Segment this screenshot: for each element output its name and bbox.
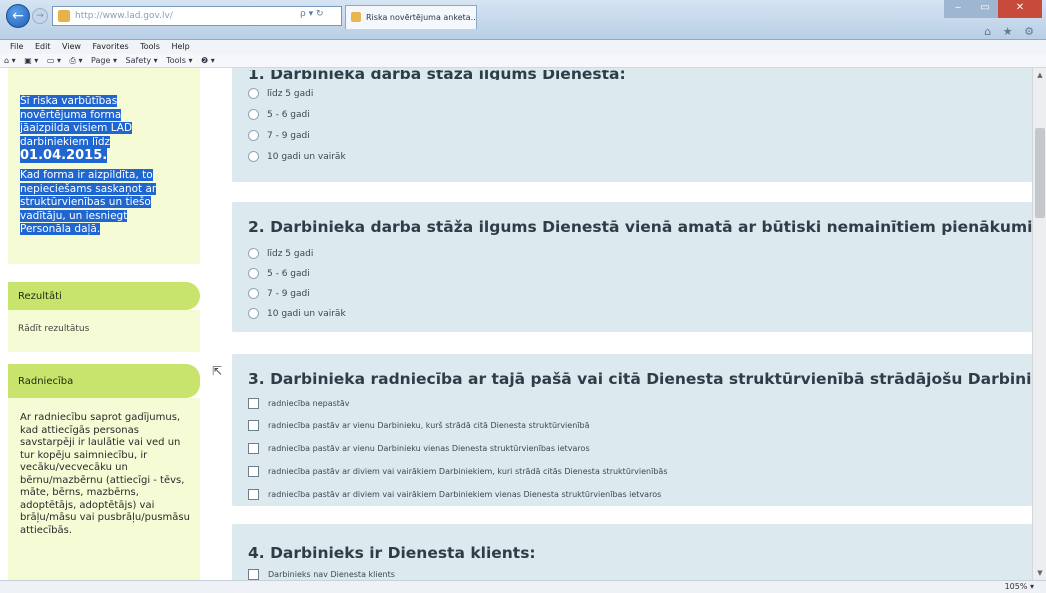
menu-help[interactable]: Help	[171, 42, 189, 51]
radio-button[interactable]	[248, 248, 259, 259]
q1-option-3[interactable]: 7 - 9 gadi	[248, 130, 310, 141]
option-label: radniecība pastāv ar vienu Darbinieku vi…	[268, 444, 590, 453]
option-label: 7 - 9 gadi	[267, 288, 310, 299]
q4-option-1[interactable]: Darbinieks nav Dienesta klients	[248, 569, 395, 580]
notice-instructions-text: Kad forma ir aizpildīta, to nepieciešams…	[20, 169, 157, 235]
back-arrow-icon[interactable]: ←	[6, 4, 30, 28]
option-label: 10 gadi un vairāk	[267, 308, 346, 319]
q2-option-3[interactable]: 7 - 9 gadi	[248, 288, 310, 299]
cmd-help[interactable]: ❷ ▾	[201, 56, 215, 65]
notice-instructions: Kad forma ir aizpildīta, to nepieciešams…	[20, 169, 170, 237]
menu-edit[interactable]: Edit	[35, 42, 51, 51]
option-label: radniecība pastāv ar diviem vai vairākie…	[268, 467, 668, 476]
question-title-4: 4. Darbinieks ir Dienesta klients:	[248, 544, 536, 562]
sidebar-results-panel: Rādīt rezultātus	[8, 310, 200, 352]
window-controls: ‒ ▭ ✕	[944, 0, 1042, 20]
checkbox[interactable]	[248, 398, 259, 409]
q3-option-5[interactable]: radniecība pastāv ar diviem vai vairākie…	[248, 489, 661, 500]
home-favorites-settings-icons[interactable]: ⌂ ★ ⚙	[984, 25, 1038, 38]
radio-button[interactable]	[248, 308, 259, 319]
show-results-link[interactable]: Rādīt rezultātus	[18, 324, 89, 334]
question-card-4: 4. Darbinieks ir Dienesta klients: Darbi…	[232, 524, 1032, 580]
site-favicon-icon	[58, 10, 70, 22]
scroll-thumb[interactable]	[1035, 128, 1045, 218]
cmd-print[interactable]: ⎙ ▾	[70, 56, 83, 65]
radio-button[interactable]	[248, 268, 259, 279]
cmd-safety[interactable]: Safety ▾	[126, 56, 158, 65]
menu-favorites[interactable]: Favorites	[93, 42, 129, 51]
cmd-home[interactable]: ⌂ ▾	[4, 56, 16, 65]
menu-tools[interactable]: Tools	[140, 42, 160, 51]
option-label: Darbinieks nav Dienesta klients	[268, 570, 395, 579]
minimize-button[interactable]: ‒	[944, 0, 972, 18]
checkbox[interactable]	[248, 489, 259, 500]
notice-deadline-date: 01.04.2015.	[20, 148, 108, 163]
forward-arrow-icon[interactable]: →	[32, 8, 48, 24]
q1-option-1[interactable]: līdz 5 gadi	[248, 88, 313, 99]
scroll-up-arrow-icon[interactable]: ▲	[1033, 68, 1046, 82]
question-title-3: 3. Darbinieka radniecība ar tajā pašā va…	[248, 370, 1046, 388]
close-button[interactable]: ✕	[998, 0, 1042, 18]
page-content: Šī riska varbūtības novērtējuma forma jā…	[0, 68, 1046, 580]
cmd-feeds[interactable]: ▣ ▾	[24, 56, 38, 65]
q2-option-1[interactable]: līdz 5 gadi	[248, 248, 313, 259]
radio-button[interactable]	[248, 151, 259, 162]
radio-button[interactable]	[248, 130, 259, 141]
option-label: līdz 5 gadi	[267, 248, 314, 259]
cmd-mail[interactable]: ▭ ▾	[47, 56, 61, 65]
command-bar: ⌂ ▾ ▣ ▾ ▭ ▾ ⎙ ▾ Page ▾ Safety ▾ Tools ▾ …	[0, 54, 1046, 68]
question-title-2: 2. Darbinieka darba stāža ilgums Dienest…	[248, 218, 1046, 236]
scroll-down-arrow-icon[interactable]: ▼	[1033, 566, 1046, 580]
checkbox[interactable]	[248, 420, 259, 431]
notice-text-selected: Šī riska varbūtības novērtējuma forma jā…	[20, 95, 170, 164]
cmd-page[interactable]: Page ▾	[91, 56, 117, 65]
option-label: radniecība pastāv ar diviem vai vairākie…	[268, 490, 662, 499]
radio-button[interactable]	[248, 88, 259, 99]
question-card-1: 1. Darbinieka darba stāža ilgums Dienest…	[232, 68, 1032, 182]
q3-option-4[interactable]: radniecība pastāv ar diviem vai vairākie…	[248, 466, 668, 477]
q2-option-2[interactable]: 5 - 6 gadi	[248, 268, 310, 279]
option-label: 5 - 6 gadi	[267, 109, 310, 120]
checkbox[interactable]	[248, 569, 259, 580]
maximize-button[interactable]: ▭	[972, 0, 998, 18]
address-tools[interactable]: ρ ▾ ↻	[300, 9, 324, 19]
checkbox[interactable]	[248, 443, 259, 454]
q1-option-4[interactable]: 10 gadi un vairāk	[248, 151, 346, 162]
menu-file[interactable]: File	[10, 42, 23, 51]
menu-view[interactable]: View	[62, 42, 81, 51]
vertical-scrollbar[interactable]: ▲ ▼	[1032, 68, 1046, 580]
browser-tab-active[interactable]: Riska novērtējuma anketa...	[345, 5, 477, 29]
tab-favicon-icon	[351, 12, 361, 22]
status-bar: 105% ▾	[0, 580, 1046, 593]
mouse-cursor-icon: ⇱	[212, 364, 223, 378]
option-label: 10 gadi un vairāk	[267, 151, 346, 162]
option-label: līdz 5 gadi	[267, 88, 314, 99]
question-card-3: 3. Darbinieka radniecība ar tajā pašā va…	[232, 354, 1046, 506]
kinship-definition: Ar radniecību saprot gadījumus, kad atti…	[20, 412, 190, 536]
q3-option-3[interactable]: radniecība pastāv ar vienu Darbinieku vi…	[248, 443, 590, 454]
option-label: radniecība pastāv ar vienu Darbinieku, k…	[268, 421, 590, 430]
cmd-tools[interactable]: Tools ▾	[166, 56, 192, 65]
address-bar[interactable]: http://www.lad.gov.lv/	[52, 6, 342, 26]
radio-button[interactable]	[248, 109, 259, 120]
option-label: 7 - 9 gadi	[267, 130, 310, 141]
question-title-1: 1. Darbinieka darba stāža ilgums Dienest…	[248, 70, 626, 80]
option-label: radniecība nepastāv	[268, 399, 350, 408]
radio-button[interactable]	[248, 288, 259, 299]
sidebar-results-header: Rezultāti	[8, 282, 200, 310]
option-label: 5 - 6 gadi	[267, 268, 310, 279]
menu-bar: File Edit View Favorites Tools Help	[0, 40, 1046, 54]
sidebar-kinship-panel: Ar radniecību saprot gadījumus, kad atti…	[8, 398, 200, 580]
notice-intro: Šī riska varbūtības novērtējuma forma jā…	[20, 95, 133, 148]
browser-title-bar: ← → http://www.lad.gov.lv/ ρ ▾ ↻ Riska n…	[0, 0, 1046, 40]
q1-option-2[interactable]: 5 - 6 gadi	[248, 109, 310, 120]
checkbox[interactable]	[248, 466, 259, 477]
q3-option-1[interactable]: radniecība nepastāv	[248, 398, 350, 409]
sidebar-kinship-header: Radniecība	[8, 364, 200, 398]
zoom-level[interactable]: 105% ▾	[1005, 582, 1034, 591]
q3-option-2[interactable]: radniecība pastāv ar vienu Darbinieku, k…	[248, 420, 589, 431]
sidebar-notice: Šī riska varbūtības novērtējuma forma jā…	[8, 68, 200, 264]
question-card-2: 2. Darbinieka darba stāža ilgums Dienest…	[232, 202, 1046, 332]
q2-option-4[interactable]: 10 gadi un vairāk	[248, 308, 346, 319]
